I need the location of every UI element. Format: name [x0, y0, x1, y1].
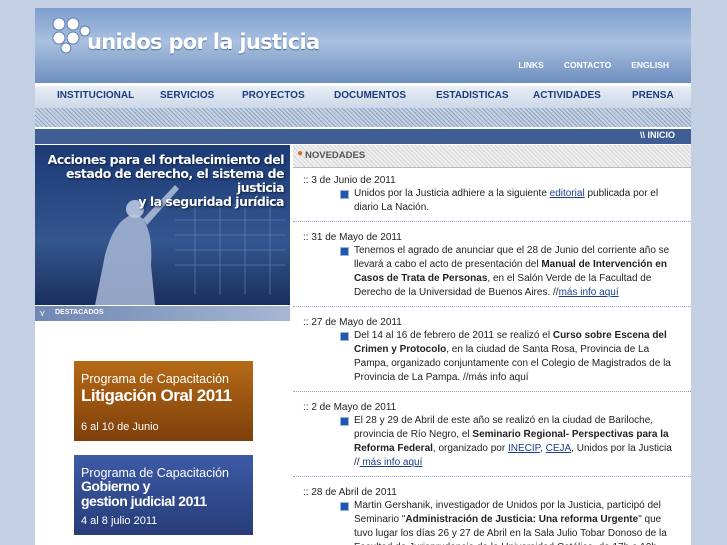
banner-line-3: y la seguridad jurídica	[138, 194, 284, 209]
news-list: :: 3 de Junio de 2011 Unidos por la Just…	[293, 174, 691, 545]
news-link-mas-info[interactable]: más info aquí	[360, 457, 422, 468]
nav-item-proyectos[interactable]: PROYECTOS	[242, 90, 305, 101]
promo-2-dates: 4 al 8 julio 2011	[81, 515, 158, 527]
top-link-contacto[interactable]: CONTACTO	[564, 60, 611, 70]
breadcrumb[interactable]: \\ INICIO	[640, 130, 675, 140]
news-date: :: 28 de Abril de 2011	[303, 487, 397, 498]
novedades-header: ● NOVEDADES	[293, 145, 691, 168]
section-bullet-icon: ●	[297, 148, 304, 159]
promo-2-title-line-1: Gobierno y	[81, 478, 150, 494]
news-bullet-icon	[340, 332, 349, 341]
news-body: Martin Gershanik, investigador de Unidos…	[340, 499, 691, 545]
news-body: Del 14 al 16 de febrero de 2011 se reali…	[340, 329, 691, 385]
news-link-mas-info[interactable]: más info aquí	[559, 287, 619, 298]
news-date: :: 3 de Junio de 2011	[303, 175, 396, 186]
destacados-bar: ⋎ DESTACADOS	[35, 306, 290, 321]
news-text: Del 14 al 16 de febrero de 2011 se reali…	[354, 330, 553, 341]
site-title[interactable]: unidos por la justicia	[87, 30, 320, 54]
promo-2-title-line-2: gestion judicial 2011	[81, 493, 207, 509]
top-link-links[interactable]: LINKS	[518, 60, 544, 70]
promo-1-title: Litigación Oral 2011	[81, 386, 232, 405]
nav-item-estadisticas[interactable]: ESTADISTICAS	[436, 90, 509, 101]
news-text-bold: Administración de Justicia: Una reforma …	[405, 514, 639, 525]
news-item: :: 27 de Mayo de 2011 Del 14 al 16 de fe…	[293, 316, 691, 392]
promo-1-subtitle: Programa de Capacitación	[81, 372, 229, 386]
nav-item-prensa[interactable]: PRENSA	[632, 90, 674, 101]
site-logo-icon[interactable]	[47, 16, 91, 54]
promo-gobierno-gestion[interactable]: Programa de Capacitación Gobierno y gest…	[74, 455, 253, 535]
news-date: :: 27 de Mayo de 2011	[303, 317, 402, 328]
news-bullet-icon	[340, 190, 349, 199]
page: unidos por la justicia LINKS CONTACTO EN…	[35, 8, 691, 545]
nav-item-documentos[interactable]: DOCUMENTOS	[334, 90, 406, 101]
news-item: :: 28 de Abril de 2011 Martin Gershanik,…	[293, 486, 691, 545]
news-date: :: 31 de Mayo de 2011	[303, 232, 402, 243]
top-links: LINKS CONTACTO ENGLISH	[518, 60, 669, 70]
nav-item-institucional[interactable]: INSTITUCIONAL	[57, 90, 134, 101]
top-link-english[interactable]: ENGLISH	[631, 60, 669, 70]
decorative-stripe-band	[35, 108, 691, 127]
news-body: El 28 y 29 de Abril de este año se reali…	[340, 414, 691, 470]
banner-line-2: estado de derecho, el sistema de justici…	[65, 166, 285, 195]
news-bullet-icon	[340, 417, 349, 426]
news-item: :: 3 de Junio de 2011 Unidos por la Just…	[293, 174, 691, 222]
promo-1-dates: 6 al 10 de Junio	[81, 421, 159, 433]
news-bullet-icon	[340, 502, 349, 511]
hero-banner: Acciones para el fortalecimiento del est…	[35, 145, 290, 305]
section-title: NOVEDADES	[305, 150, 366, 161]
promo-litigacion-oral[interactable]: Programa de Capacitación Litigación Oral…	[74, 361, 253, 441]
promo-2-title: Gobierno y gestion judicial 2011	[81, 479, 207, 509]
news-bullet-icon	[340, 247, 349, 256]
nav-item-actividades[interactable]: ACTIVIDADES	[533, 90, 601, 101]
banner-line-1: Acciones para el fortalecimiento del	[47, 152, 285, 167]
news-link-ceja[interactable]: CEJA	[546, 443, 572, 454]
news-item: :: 2 de Mayo de 2011 El 28 y 29 de Abril…	[293, 401, 691, 477]
nav-item-servicios[interactable]: SERVICIOS	[160, 90, 214, 101]
destacados-label: DESTACADOS	[55, 309, 104, 316]
news-body: Tenemos el agrado de anunciar que el 28 …	[340, 244, 691, 300]
news-text: Unidos por la Justicia adhiere a la sigu…	[354, 188, 550, 199]
news-body: Unidos por la Justicia adhiere a la sigu…	[340, 187, 691, 215]
banner-headline: Acciones para el fortalecimiento del est…	[44, 152, 285, 209]
destacados-icon: ⋎	[39, 308, 46, 318]
breadcrumb-bar: \\ INICIO	[35, 129, 691, 144]
site-header: unidos por la justicia LINKS CONTACTO EN…	[35, 8, 691, 83]
news-date: :: 2 de Mayo de 2011	[303, 402, 397, 413]
news-link-editorial[interactable]: editorial	[550, 188, 585, 199]
news-link-inecip[interactable]: INECIP	[508, 443, 540, 454]
news-item: :: 31 de Mayo de 2011 Tenemos el agrado …	[293, 231, 691, 307]
main-nav: INSTITUCIONAL SERVICIOS PROYECTOS DOCUME…	[35, 85, 691, 109]
news-text: , organizado por	[432, 443, 508, 454]
